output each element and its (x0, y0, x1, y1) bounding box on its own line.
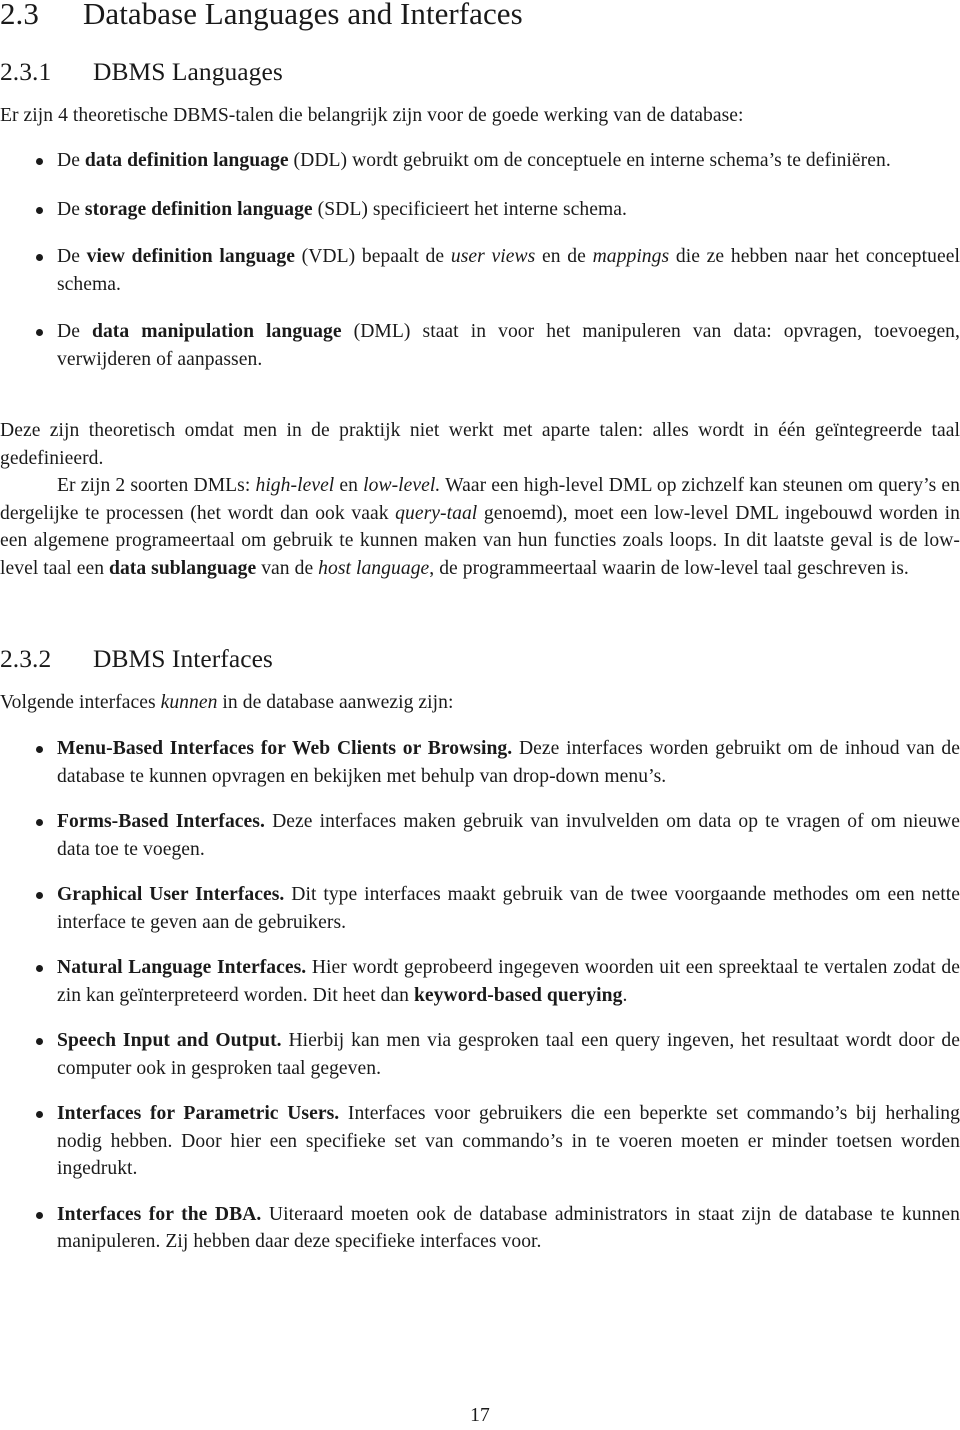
list-item-parametric-users: Interfaces for Parametric Users. Interfa… (0, 1100, 960, 1183)
term-dba: Interfaces for the DBA. (57, 1203, 262, 1225)
section-title: Database Languages and Interfaces (83, 0, 523, 31)
emphasis-host-language: host language (318, 557, 430, 579)
subsection-title: DBMS Languages (93, 57, 283, 86)
bullet-icon (36, 965, 43, 972)
term-dml: data manipulation language (92, 321, 342, 342)
bullet-icon (36, 329, 43, 336)
subsection-title: DBMS Interfaces (93, 644, 273, 673)
bullet-icon (36, 254, 43, 261)
emphasis-mappings: mappings (592, 246, 670, 267)
emphasis-user-views: user views (450, 246, 536, 267)
list-item-sdl: De storage definition language (SDL) spe… (0, 196, 960, 224)
subsection-heading-interfaces: 2.3.2 DBMS Interfaces (0, 643, 273, 675)
list-item-natural-language: Natural Language Interfaces. Hier wordt … (0, 954, 960, 1009)
dml-types-paragraph: Er zijn 2 soorten DMLs: high-level en lo… (0, 475, 960, 579)
list-item-menu-based: Menu-Based Interfaces for Web Clients or… (0, 735, 960, 790)
term-keyword-based-querying: keyword-based querying (413, 984, 623, 1006)
subsection-number: 2.3.1 (0, 57, 52, 86)
subsection-number: 2.3.2 (0, 644, 52, 673)
term-parametric-users: Interfaces for Parametric Users. (57, 1103, 340, 1124)
term-gui: Graphical User Interfaces. (57, 884, 285, 905)
term-menu-based: Menu-Based Interfaces for Web Clients or… (57, 738, 513, 759)
list-item-dml: De data manipulation language (DML) staa… (0, 318, 960, 373)
bullet-icon (36, 158, 43, 165)
term-sdl: storage definition language (84, 198, 313, 220)
page-number: 17 (470, 1405, 490, 1426)
bullet-icon (36, 1211, 43, 1219)
theory-paragraph: Deze zijn theoretisch omdat men in de pr… (0, 420, 960, 469)
term-natural-language: Natural Language Interfaces. (57, 957, 307, 978)
bullet-icon (36, 746, 43, 753)
bullet-icon (36, 1111, 43, 1118)
section-heading: 2.3 Database Languages and Interfaces (0, 0, 523, 34)
bullet-icon (36, 892, 43, 899)
interfaces-list: Menu-Based Interfaces for Web Clients or… (0, 735, 960, 1256)
interfaces-intro: Volgende interfaces kunnen in de databas… (0, 692, 454, 713)
term-ddl: data definition language (84, 150, 289, 171)
list-item-speech: Speech Input and Output. Hierbij kan men… (0, 1027, 960, 1082)
list-item-ddl: De data definition language (DDL) wordt … (0, 147, 960, 175)
bullet-icon (36, 1038, 43, 1045)
emphasis-low-level: low-level. (363, 475, 441, 496)
subsection-heading-languages: 2.3.1 DBMS Languages (0, 56, 283, 88)
bullet-icon (36, 206, 43, 214)
list-item-gui: Graphical User Interfaces. Dit type inte… (0, 881, 960, 936)
list-item-forms-based: Forms-Based Interfaces. Deze interfaces … (0, 808, 960, 863)
list-item-dba: Interfaces for the DBA. Uiteraard moeten… (0, 1201, 960, 1256)
term-forms-based: Forms-Based Interfaces. (57, 811, 265, 832)
emphasis-query-taal: query-taal (395, 502, 478, 524)
section-number: 2.3 (0, 0, 39, 31)
list-item-vdl: De view definition language (VDL) bepaal… (0, 243, 960, 298)
languages-intro: Er zijn 4 theoretische DBMS-talen die be… (0, 105, 744, 126)
emphasis-high-level: high-level (255, 475, 335, 496)
emphasis-kunnen: kunnen (160, 692, 218, 713)
term-data-sublanguage: data sublanguage (109, 557, 257, 579)
bullet-icon (36, 819, 43, 826)
term-speech: Speech Input and Output. (57, 1030, 282, 1051)
term-vdl: view definition language (86, 246, 295, 267)
languages-list: De data definition language (DDL) wordt … (0, 147, 960, 373)
